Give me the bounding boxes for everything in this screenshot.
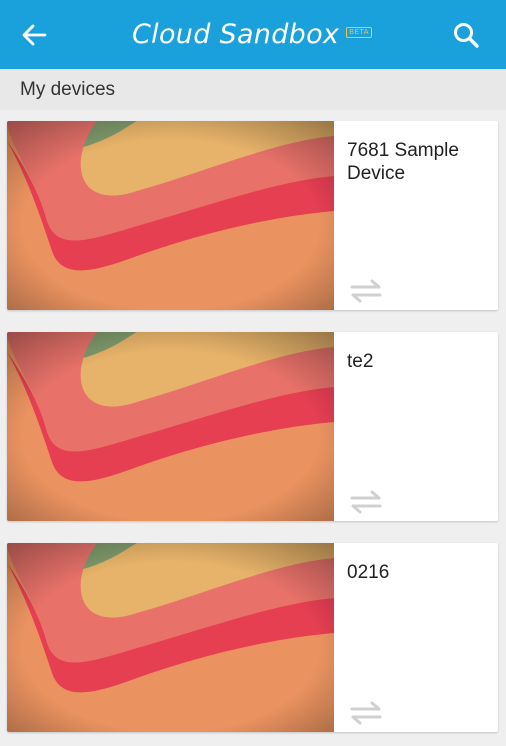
beta-badge: BETA xyxy=(346,27,372,38)
back-button[interactable] xyxy=(16,18,52,52)
device-card[interactable]: te2 xyxy=(7,332,498,521)
rainbow-stripes-image xyxy=(7,543,334,732)
device-card[interactable]: 0216 xyxy=(7,543,498,732)
section-header: My devices xyxy=(0,69,506,110)
rainbow-stripes-image xyxy=(7,121,334,310)
swap-button[interactable] xyxy=(348,701,384,725)
search-button[interactable] xyxy=(448,18,484,52)
swap-arrows-icon xyxy=(350,490,382,514)
device-name: 7681 Sample Device xyxy=(347,140,459,184)
swap-arrows-icon xyxy=(350,279,382,303)
title-group: Cloud Sandbox BETA xyxy=(0,0,506,69)
arrow-left-icon xyxy=(22,24,47,46)
section-title: My devices xyxy=(20,78,116,100)
device-name: 0216 xyxy=(347,562,390,583)
search-icon xyxy=(454,23,479,48)
device-card[interactable]: 7681 Sample Device xyxy=(7,121,498,310)
app-title: Cloud Sandbox xyxy=(132,19,340,50)
device-thumbnail xyxy=(7,332,334,521)
swap-button[interactable] xyxy=(348,279,384,303)
device-thumbnail xyxy=(7,121,334,310)
swap-arrows-icon xyxy=(350,701,382,725)
device-name: te2 xyxy=(347,351,374,372)
app-bar: Cloud Sandbox BETA xyxy=(0,0,506,69)
swap-button[interactable] xyxy=(348,490,384,514)
device-thumbnail xyxy=(7,543,334,732)
rainbow-stripes-image xyxy=(7,332,334,521)
